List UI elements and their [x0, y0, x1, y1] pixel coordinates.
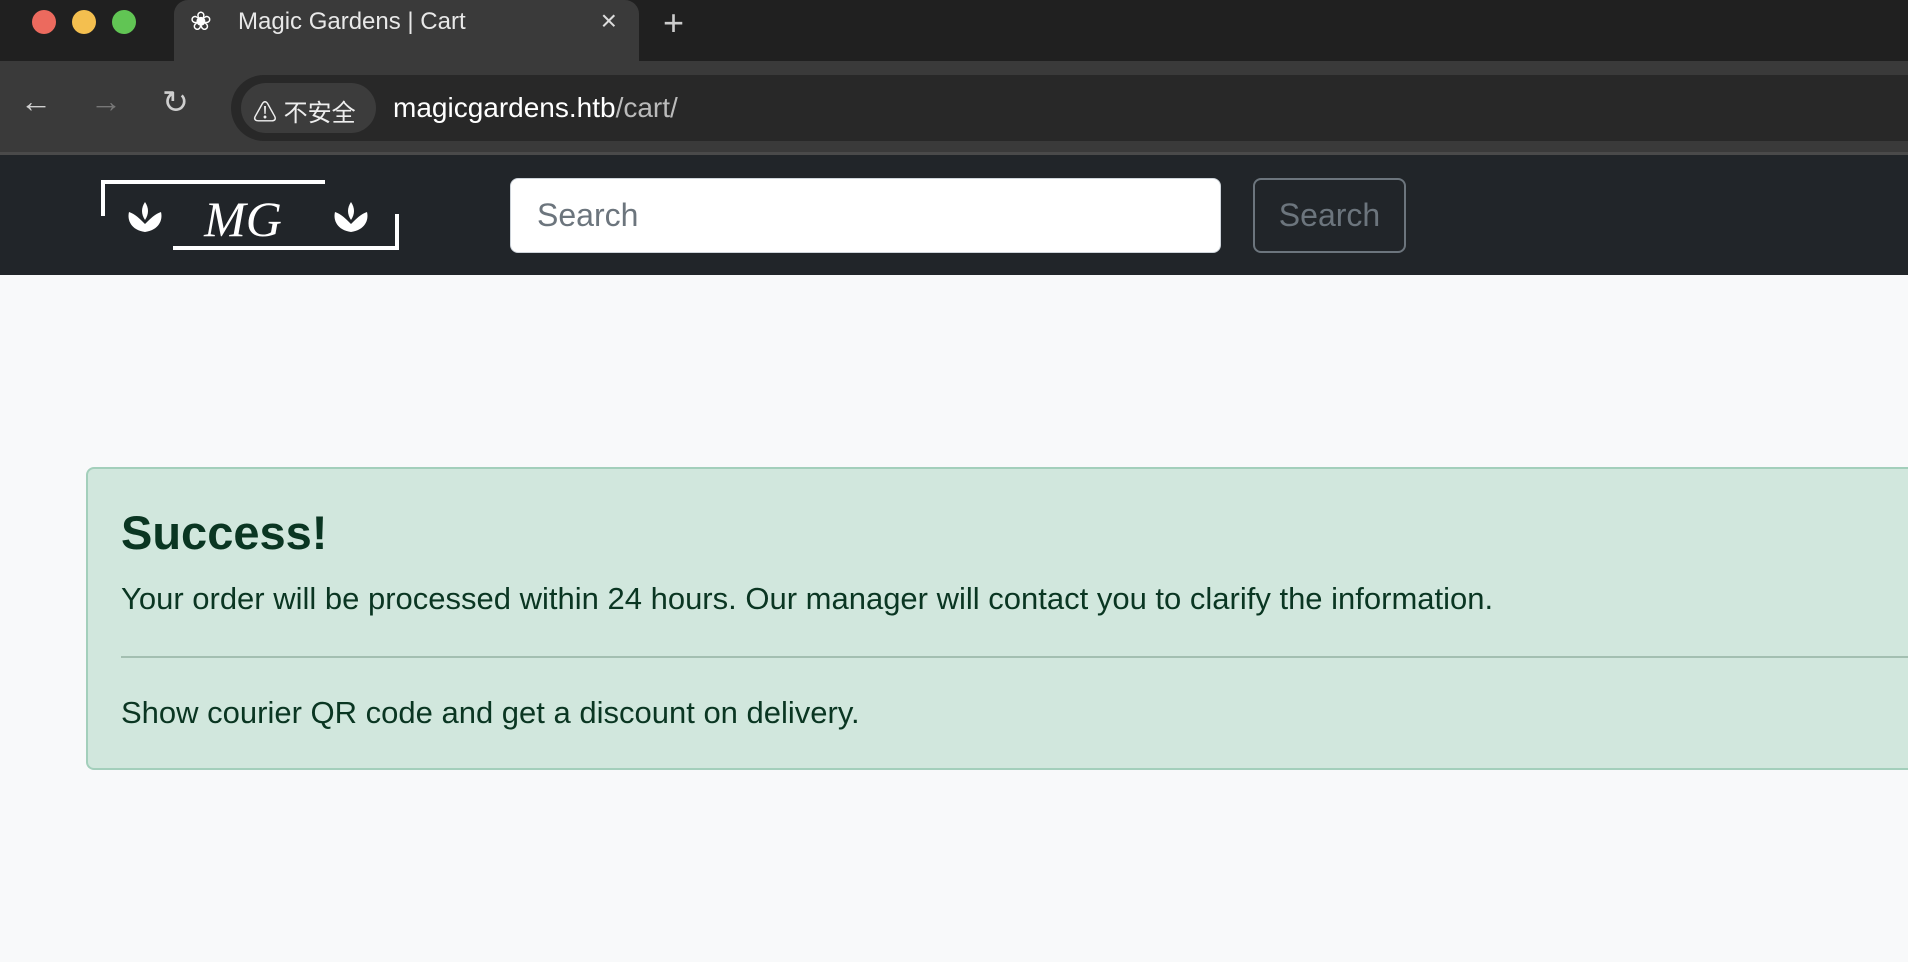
svg-text:MG: MG	[203, 191, 282, 247]
site-logo[interactable]: MG	[101, 180, 399, 250]
security-chip[interactable]: ⚠ 不安全	[241, 83, 376, 133]
url-path: /cart/	[615, 92, 678, 123]
address-bar[interactable]: ⚠ 不安全 magicgardens.htb/cart/	[231, 75, 1908, 141]
site-navbar: MG Search	[0, 155, 1908, 275]
alert-message: Your order will be processed within 24 h…	[121, 581, 1494, 616]
search-button[interactable]: Search	[1253, 178, 1406, 253]
alert-note: Show courier QR code and get a discount …	[121, 695, 860, 730]
maximize-window-button[interactable]	[112, 10, 136, 34]
alert-heading: Success!	[121, 506, 328, 559]
minimize-window-button[interactable]	[72, 10, 96, 34]
browser-tab[interactable]: ❀ Magic Gardens | Cart ×	[174, 0, 639, 61]
security-label: 不安全	[283, 100, 356, 127]
tab-title: Magic Gardens | Cart	[238, 8, 466, 35]
browser-toolbar: ← → ↻ ⚠ 不安全 magicgardens.htb/cart/	[0, 61, 1908, 155]
browser-tab-bar: ❀ Magic Gardens | Cart × +	[0, 0, 1908, 61]
reload-icon[interactable]: ↻	[162, 83, 189, 121]
alert-divider	[121, 656, 1908, 658]
warning-icon: ⚠	[253, 100, 277, 127]
forward-arrow-icon[interactable]: →	[90, 83, 122, 120]
close-window-button[interactable]	[32, 10, 56, 34]
lotus-icon: ❀	[190, 6, 212, 36]
back-arrow-icon[interactable]: ←	[20, 83, 52, 120]
logo-frame-icon: MG	[101, 180, 399, 250]
close-tab-icon[interactable]: ×	[601, 5, 617, 37]
search-input[interactable]	[510, 178, 1221, 253]
success-alert: Success! Your order will be processed wi…	[86, 467, 1908, 770]
new-tab-button[interactable]: +	[663, 2, 684, 44]
url-host: magicgardens.htb	[393, 92, 616, 123]
url-text[interactable]: magicgardens.htb/cart/	[393, 92, 678, 124]
